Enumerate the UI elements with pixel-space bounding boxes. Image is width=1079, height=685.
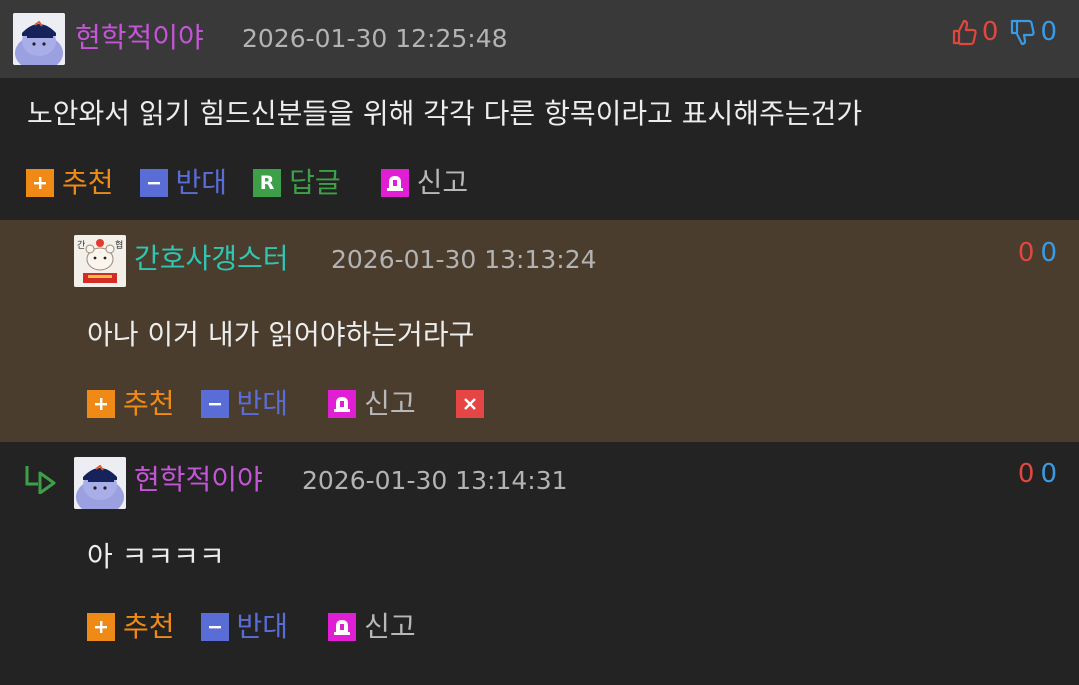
oppose-label: 반대 — [236, 610, 289, 643]
nickname[interactable]: 현학적이야 — [134, 463, 263, 497]
avatar-image — [13, 13, 65, 65]
down-count: 0 — [1040, 459, 1057, 489]
plus-icon — [26, 169, 54, 197]
recommend-label: 추천 — [123, 387, 175, 420]
report-bell-icon — [328, 390, 357, 418]
oppose-label: 반대 — [236, 387, 289, 420]
avatar[interactable]: 간 협 — [74, 235, 126, 287]
report-button[interactable]: 신고 — [380, 166, 469, 200]
report-label: 신고 — [364, 610, 416, 643]
minus-icon — [200, 613, 229, 641]
avatar-text-right: 협 — [115, 239, 123, 251]
comment-date: 2026-01-30 13:13:24 — [331, 245, 597, 274]
avatar-text-left: 간 — [77, 240, 85, 251]
delete-button[interactable] — [455, 390, 492, 418]
vote-counts: 0 0 — [951, 15, 1057, 49]
report-label: 신고 — [364, 387, 416, 420]
avatar-image — [74, 457, 126, 509]
comment-actions: 추천 반대 신고 — [87, 387, 518, 421]
recommend-button[interactable]: 추천 — [87, 610, 175, 644]
recommend-label: 추천 — [62, 166, 114, 199]
report-label: 신고 — [416, 166, 469, 199]
comment-date: 2026-01-30 12:25:48 — [242, 24, 508, 53]
down-count: 0 — [1040, 17, 1057, 47]
comment-date: 2026-01-30 13:14:31 — [302, 466, 568, 495]
up-count: 0 — [1017, 238, 1035, 268]
comment-1: 현학적이야 2026-01-30 12:25:48 0 0 노안와서 읽기 힘드… — [0, 0, 1079, 220]
minus-icon — [139, 169, 168, 197]
up-count: 0 — [1017, 459, 1035, 489]
report-bell-icon — [328, 613, 357, 641]
report-button[interactable]: 신고 — [328, 387, 416, 421]
avatar-image: 간 협 — [74, 235, 126, 287]
oppose-button[interactable]: 반대 — [139, 166, 228, 200]
avatar[interactable] — [74, 457, 126, 509]
nickname[interactable]: 간호사갱스터 — [134, 242, 289, 276]
comment-actions: 추천 반대 신고 — [87, 610, 442, 644]
thumbs-up-icon[interactable] — [951, 18, 977, 46]
reply-arrow-icon — [25, 466, 56, 494]
minus-icon — [200, 390, 229, 418]
reply-icon: R — [253, 169, 282, 197]
up-count: 0 — [981, 17, 999, 47]
vote-counts: 0 0 — [1018, 236, 1057, 270]
comment-3: 현학적이야 2026-01-30 13:14:31 0 0 아 ㅋㅋㅋㅋ 추천 … — [0, 442, 1079, 685]
recommend-label: 추천 — [123, 610, 175, 643]
report-bell-icon — [380, 169, 409, 197]
comment-text: 아나 이거 내가 읽어야하는거라구 — [87, 318, 475, 351]
reply-label: 답글 — [289, 166, 341, 199]
oppose-label: 반대 — [175, 166, 228, 199]
avatar[interactable] — [13, 13, 65, 65]
down-count: 0 — [1040, 238, 1057, 268]
recommend-button[interactable]: 추천 — [26, 166, 114, 200]
comment-text: 노안와서 읽기 힘드신분들을 위해 각각 다른 항목이라고 표시해주는건가 — [27, 97, 863, 130]
thumbs-down-icon[interactable] — [1009, 18, 1036, 46]
vote-counts: 0 0 — [1018, 457, 1057, 491]
comment-2: 간 협 간호사갱스터 2026-01-30 13:13:24 0 0 아나 이거… — [0, 220, 1079, 442]
oppose-button[interactable]: 반대 — [200, 610, 289, 644]
comment-actions: 추천 반대 R 답글 신고 — [26, 166, 494, 200]
nickname[interactable]: 현학적이야 — [75, 21, 204, 55]
recommend-button[interactable]: 추천 — [87, 387, 175, 421]
oppose-button[interactable]: 반대 — [200, 387, 289, 421]
report-button[interactable]: 신고 — [328, 610, 416, 644]
reply-button[interactable]: R 답글 — [253, 166, 341, 200]
delete-icon — [455, 390, 484, 418]
comment-text: 아 ㅋㅋㅋㅋ — [87, 540, 225, 573]
plus-icon — [87, 613, 115, 641]
plus-icon — [87, 390, 115, 418]
